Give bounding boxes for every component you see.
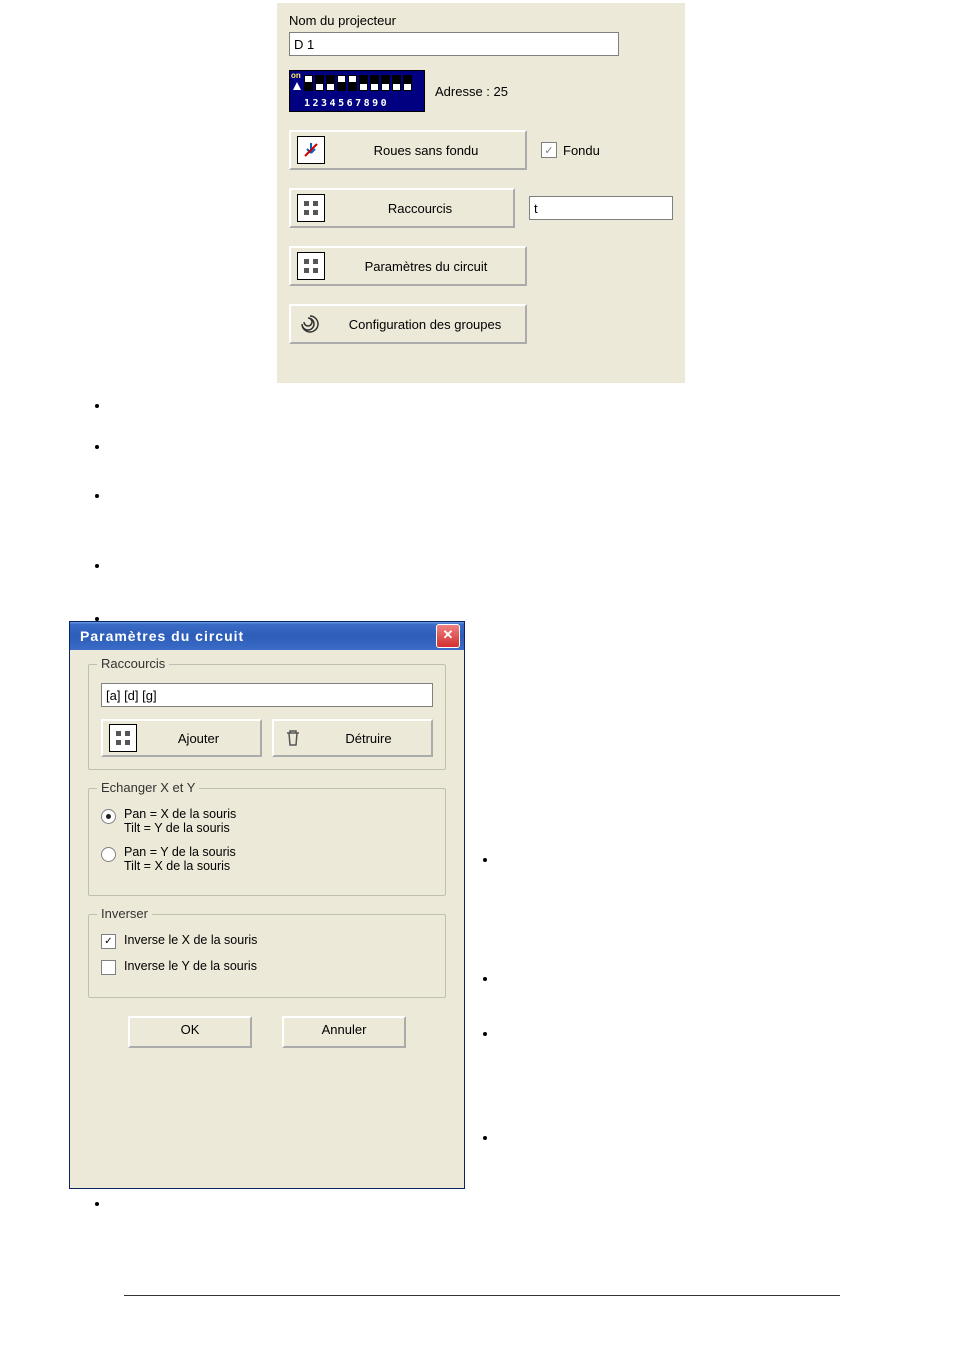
pan-y-radio[interactable] xyxy=(101,847,116,862)
bullet-item xyxy=(110,556,910,577)
bullet-item xyxy=(498,1026,918,1041)
circuit-params-dialog: Paramètres du circuit ✕ Raccourcis Ajout… xyxy=(69,621,465,1189)
side-bullet-list xyxy=(478,971,918,986)
bullet-item xyxy=(498,1130,918,1145)
dip-switch xyxy=(359,75,368,91)
invert-x-label: Inverse le X de la souris xyxy=(124,933,257,947)
add-button-label: Ajouter xyxy=(143,731,254,746)
delete-button-label: Détruire xyxy=(312,731,425,746)
footer-divider xyxy=(124,1295,840,1296)
close-button[interactable]: ✕ xyxy=(436,624,460,648)
raccourcis-button[interactable]: Raccourcis xyxy=(289,188,515,228)
dip-numbers: 1234567890 xyxy=(304,98,389,109)
group-config-button[interactable]: Configuration des groupes xyxy=(289,304,527,344)
trash-icon xyxy=(280,725,306,751)
pan-x-radio[interactable] xyxy=(101,809,116,824)
invert-x-checkbox[interactable] xyxy=(101,934,116,949)
raccourcis-list-input[interactable] xyxy=(101,683,433,707)
ok-button[interactable]: OK xyxy=(128,1016,252,1048)
pan-y-radio-label: Pan = Y de la souris Tilt = X de la sour… xyxy=(124,845,236,873)
circuit-params-button-label: Paramètres du circuit xyxy=(333,259,519,274)
bullet-item xyxy=(498,971,918,986)
dialog-title: Paramètres du circuit xyxy=(80,628,244,644)
invert-y-checkbox[interactable] xyxy=(101,960,116,975)
dip-switch xyxy=(326,75,335,91)
fondu-checkbox-label: Fondu xyxy=(563,143,600,158)
raccourcis-input[interactable] xyxy=(529,196,673,220)
dip-switch xyxy=(370,75,379,91)
dip-switch xyxy=(392,75,401,91)
dip-switch-display: on 1234567890 xyxy=(289,70,425,112)
bullet-item xyxy=(110,486,910,507)
swap-xy-legend: Echanger X et Y xyxy=(97,780,199,795)
group-config-button-label: Configuration des groupes xyxy=(331,317,519,332)
swap-xy-group: Echanger X et Y Pan = X de la souris Til… xyxy=(88,788,446,896)
dialog-title-bar: Paramètres du circuit ✕ xyxy=(70,622,464,650)
dip-switch xyxy=(304,75,313,91)
grid-icon xyxy=(297,194,325,222)
raccourcis-group: Raccourcis Ajouter Détruire xyxy=(88,664,446,770)
circuit-params-button[interactable]: Paramètres du circuit xyxy=(289,246,527,286)
pan-x-radio-label: Pan = X de la souris Tilt = Y de la sour… xyxy=(124,807,236,835)
bottom-bullet-list xyxy=(90,1196,910,1211)
address-label: Adresse : 25 xyxy=(435,84,508,99)
roues-button-label: Roues sans fondu xyxy=(333,143,519,158)
grid-icon xyxy=(109,724,137,752)
invert-y-label: Inverse le Y de la souris xyxy=(124,959,257,973)
description-bullet-list xyxy=(90,396,910,650)
cancel-button[interactable]: Annuler xyxy=(282,1016,406,1048)
arrow-down-icon xyxy=(297,136,325,164)
roues-sans-fondu-button[interactable]: Roues sans fondu xyxy=(289,130,527,170)
bullet-item xyxy=(110,1196,910,1211)
dip-switch xyxy=(381,75,390,91)
invert-group-legend: Inverser xyxy=(97,906,152,921)
spiral-icon xyxy=(297,311,323,337)
close-icon: ✕ xyxy=(443,627,454,642)
side-bullet-list xyxy=(478,852,918,867)
grid-icon xyxy=(297,252,325,280)
delete-shortcut-button[interactable]: Détruire xyxy=(272,719,433,757)
dip-switch xyxy=(348,75,357,91)
dip-switch xyxy=(315,75,324,91)
dip-switch xyxy=(337,75,346,91)
projector-name-input[interactable] xyxy=(289,32,619,56)
fondu-checkbox[interactable]: ✓ xyxy=(541,142,557,158)
projector-name-label: Nom du projecteur xyxy=(289,13,673,28)
add-shortcut-button[interactable]: Ajouter xyxy=(101,719,262,757)
projector-settings-panel: Nom du projecteur on 1234567890 Adresse … xyxy=(277,3,685,383)
bullet-item xyxy=(110,396,910,417)
side-bullet-list xyxy=(478,1130,918,1145)
bullet-item xyxy=(498,852,918,867)
dip-on-label: on xyxy=(290,71,302,81)
dip-switch xyxy=(403,75,412,91)
bullet-item xyxy=(110,437,910,458)
invert-group: Inverser Inverse le X de la souris Inver… xyxy=(88,914,446,998)
side-bullet-list xyxy=(478,1026,918,1041)
raccourcis-group-legend: Raccourcis xyxy=(97,656,169,671)
raccourcis-button-label: Raccourcis xyxy=(333,201,507,216)
dip-arrow-icon xyxy=(293,82,301,90)
